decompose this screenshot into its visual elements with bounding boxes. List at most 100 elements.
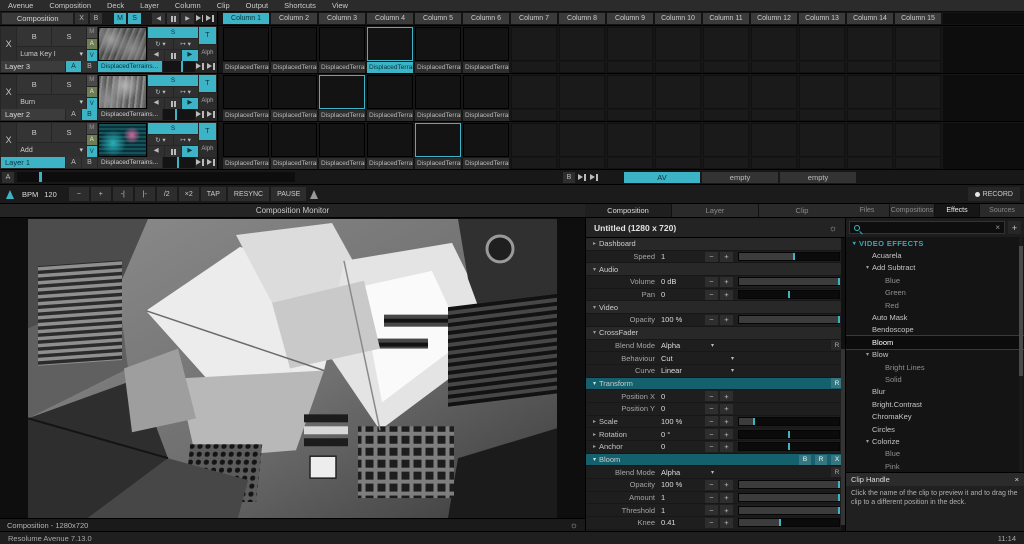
param-value[interactable]: 100 % [661, 315, 705, 324]
increment-button[interactable]: + [720, 480, 733, 490]
clip-play-backward-button[interactable]: ◀ [148, 50, 164, 61]
column-header-column-12[interactable]: Column 12 [751, 13, 797, 24]
clip-thumbnail[interactable] [415, 123, 461, 157]
layer-clip-thumbnail[interactable] [98, 75, 148, 109]
clip-label[interactable]: DisplacedTerrains... [415, 110, 461, 121]
column-header-column-4[interactable]: Column 4 [367, 13, 413, 24]
empty-clip-cell[interactable] [559, 75, 605, 121]
increment-button[interactable]: + [720, 404, 733, 414]
decrement-button[interactable]: − [705, 480, 718, 490]
decrement-button[interactable]: − [705, 290, 718, 300]
param-slider[interactable] [738, 277, 840, 286]
clip-thumbnail[interactable] [271, 123, 317, 157]
effects-scrollbar[interactable] [1019, 237, 1023, 472]
clip-cell[interactable]: DisplacedTerrains... [367, 75, 413, 121]
menu-view[interactable]: View [332, 1, 348, 10]
chevron-down-icon[interactable]: ▾ [711, 469, 714, 476]
clip-label[interactable]: DisplacedTerrains... [319, 110, 365, 121]
layer-clip-thumbnail[interactable] [98, 27, 148, 61]
clip-thumbnail[interactable] [367, 27, 413, 61]
active-clip-name[interactable]: DisplacedTerrains... [98, 157, 162, 168]
param-value[interactable]: 0 [661, 442, 705, 451]
column-header-column-10[interactable]: Column 10 [655, 13, 701, 24]
layer-name-tab[interactable]: Layer 3 [1, 61, 65, 72]
layer-solo-button[interactable]: S [52, 27, 86, 46]
clip-thumbnail[interactable] [319, 123, 365, 157]
clip-cell[interactable]: DisplacedTerrains... [223, 75, 269, 121]
skip-icon[interactable] [207, 63, 216, 70]
increment-button[interactable]: + [720, 252, 733, 262]
effect-item-pink[interactable]: Pink [846, 460, 1024, 472]
chevron-down-icon[interactable]: ▾ [731, 367, 734, 374]
skip-icon[interactable] [590, 174, 599, 181]
decrement-button[interactable]: − [705, 252, 718, 262]
param-value[interactable]: 0.41 [661, 518, 705, 527]
effect-item-blue[interactable]: Blue [846, 274, 1024, 286]
layer-clip-thumbnail[interactable] [98, 123, 148, 157]
increment-button[interactable]: + [720, 315, 733, 325]
clip-cell[interactable]: DisplacedTerrains... [319, 27, 365, 73]
clip-thumbnail[interactable] [271, 27, 317, 61]
empty-clip-cell[interactable] [607, 75, 653, 121]
decrement-button[interactable]: − [705, 277, 718, 287]
clip-thumbnail[interactable] [223, 75, 269, 109]
empty-clip-cell[interactable] [655, 75, 701, 121]
loop-mode-select[interactable]: ↻ ▾ [148, 39, 172, 50]
clip-label[interactable]: DisplacedTerrains... [271, 110, 317, 121]
clip-label[interactable]: DisplacedTerrains... [319, 62, 365, 73]
layer-a-button[interactable]: A [87, 87, 97, 98]
tab-clip[interactable]: Clip [759, 204, 845, 217]
effect-item-circles[interactable]: Circles [846, 423, 1024, 435]
empty-clip-cell[interactable] [511, 75, 557, 121]
empty-clip-cell[interactable] [559, 27, 605, 73]
clip-solo-button[interactable]: S [148, 75, 198, 86]
layer-name-tab[interactable]: Layer 2 [1, 109, 65, 120]
effect-item-auto-mask[interactable]: Auto Mask [846, 311, 1024, 323]
clip-thumbnail[interactable] [463, 75, 509, 109]
layer-a-button[interactable]: A [87, 39, 97, 50]
chevron-down-icon[interactable]: ▾ [711, 342, 714, 349]
layer-v-button[interactable]: V [87, 146, 97, 157]
increment-button[interactable]: + [720, 429, 733, 439]
search-input[interactable] [864, 222, 991, 233]
column-header-column-2[interactable]: Column 2 [271, 13, 317, 24]
column-header-column-15[interactable]: Column 15 [895, 13, 941, 24]
layer-m-button[interactable]: M [87, 75, 97, 86]
composition-bypass-button[interactable]: B [90, 13, 102, 24]
clip-thumbnail[interactable] [367, 123, 413, 157]
empty-clip-cell[interactable] [511, 27, 557, 73]
tab-effects[interactable]: Effects [935, 204, 979, 217]
param-slider[interactable] [738, 493, 840, 502]
decrement-button[interactable]: − [705, 518, 718, 528]
transition-time-button[interactable]: T [199, 27, 216, 44]
metronome-icon[interactable] [308, 188, 320, 200]
clip-cell[interactable]: DisplacedTerrains... [463, 27, 509, 73]
skip-icon[interactable] [207, 159, 216, 166]
section-r-button[interactable]: R [815, 455, 827, 465]
effect-item-blow[interactable]: ▾Blow [846, 349, 1024, 361]
play-backward-button[interactable]: ◀ [152, 13, 164, 24]
skip-icon[interactable] [196, 63, 205, 70]
decrement-button[interactable]: − [705, 429, 718, 439]
effect-item-bright-lines[interactable]: Bright Lines [846, 361, 1024, 373]
clip-cell[interactable]: DisplacedTerrains... [223, 27, 269, 73]
decrement-button[interactable]: − [705, 505, 718, 515]
transport-pause-button[interactable]: PAUSE [271, 187, 306, 201]
clip-thumbnail[interactable] [463, 123, 509, 157]
layer-blend-select[interactable]: Burn▾ [17, 95, 86, 109]
clip-label[interactable]: DisplacedTerrains... [367, 110, 413, 121]
increment-button[interactable]: + [720, 416, 733, 426]
layer-bypass-button[interactable]: B [17, 123, 51, 142]
transport-tap-button[interactable]: TAP [201, 187, 226, 201]
empty-clip-cell[interactable] [895, 75, 941, 121]
clip-play-forward-button[interactable]: ▶ [182, 98, 198, 109]
crossfader-slider[interactable] [17, 172, 295, 182]
clip-thumbnail[interactable] [271, 75, 317, 109]
tab-layer[interactable]: Layer [672, 204, 758, 217]
effect-item-blue[interactable]: Blue [846, 448, 1024, 460]
param-slider[interactable] [738, 518, 840, 527]
layer-blend-select[interactable]: Luma Key I▾ [17, 47, 86, 61]
clip-label[interactable]: DisplacedTerrains... [463, 62, 509, 73]
clip-label[interactable]: DisplacedTerrains... [223, 62, 269, 73]
chevron-down-icon[interactable]: ▾ [731, 355, 734, 362]
